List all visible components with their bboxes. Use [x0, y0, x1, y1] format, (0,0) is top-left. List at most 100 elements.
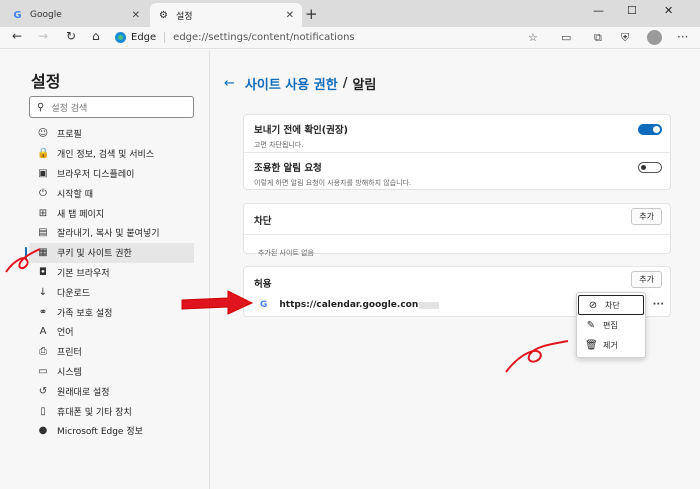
setting-title: 조용한 알림 요청: [254, 163, 322, 174]
sidebar-item[interactable]: A 언어: [29, 322, 194, 342]
sidebar-item-label: 개인 정보, 검색 및 서비스: [57, 150, 155, 161]
edge-logo-icon: ●: [38, 425, 48, 437]
block-add-button[interactable]: 추가: [631, 208, 662, 225]
family-icon: ⚭: [38, 306, 48, 318]
language-icon: A: [39, 326, 47, 338]
sidebar-item[interactable]: ⊞ 새 탭 페이지: [29, 203, 194, 223]
page-header: ← 사이트 사용 권한 / 알림: [224, 74, 376, 93]
sidebar-menu: ☺ 프로필 🔒 개인 정보, 검색 및 서비스 ▣ 브라우저 디스플레이 ⏻ 시작할 때 ⊞ 새 …: [25, 124, 194, 441]
block-card: 차단 추가 추가된 사이트 없음: [243, 203, 671, 257]
sidebar-item-label: Microsoft Edge 정보: [57, 427, 143, 438]
search-placeholder: 설정 검색: [51, 103, 88, 114]
more-menu-icon[interactable]: ···: [677, 30, 688, 44]
profile-avatar-icon[interactable]: [647, 30, 662, 45]
site-url: https://calendar.google.con: [279, 300, 419, 310]
block-empty-row: 추가된 사이트 없음: [244, 235, 670, 264]
maximize-icon[interactable]: ☐: [627, 4, 637, 17]
new-tab-icon: ⊞: [38, 207, 48, 219]
sidebar-item-label: 잘라내기, 복사 및 붙여넣기: [57, 229, 160, 240]
read-aloud-icon[interactable]: ▭: [561, 31, 571, 44]
home-icon[interactable]: ⌂: [92, 29, 100, 43]
sidebar-item[interactable]: ⚭ 가족 보호 설정: [29, 302, 194, 322]
sidebar-item-label: 가족 보호 설정: [57, 308, 113, 319]
sidebar-item[interactable]: ☺ 프로필: [29, 124, 194, 144]
setting-title: 보내기 전에 확인(권장): [254, 125, 348, 136]
favorite-star-icon[interactable]: ☆: [528, 31, 538, 44]
sidebar-item-label: 시스템: [57, 367, 82, 378]
edit-pencil-icon: ✎: [586, 319, 596, 331]
phone-icon: ▯: [40, 405, 46, 417]
search-icon: ⚲: [37, 101, 45, 113]
context-menu-item[interactable]: 🗑 제거: [577, 335, 645, 355]
redacted-region: [419, 301, 440, 309]
empty-text: 추가된 사이트 없음: [258, 249, 314, 257]
sidebar-item-label: 원래대로 설정: [57, 387, 110, 398]
site-context-menu: ⊘ 차단 ✎ 편집 🗑 제거: [576, 292, 646, 358]
tab-label: 설정: [176, 11, 193, 22]
sidebar-item-label: 기본 브라우저: [57, 268, 110, 279]
tab-google[interactable]: G Google ✕: [4, 3, 148, 27]
context-menu-label: 제거: [603, 340, 618, 350]
quiet-requests-toggle[interactable]: [638, 162, 662, 173]
reset-icon: ↺: [38, 385, 48, 397]
sidebar-item-label: 새 탭 페이지: [57, 209, 105, 220]
page-title: 알림: [352, 78, 377, 93]
tab-strip: G Google ✕ ⚙ 설정 ✕ + — ☐ ✕: [0, 0, 700, 27]
refresh-icon[interactable]: ↻: [66, 29, 76, 43]
sidebar-item[interactable]: ▤ 잘라내기, 복사 및 붙여넣기: [29, 223, 194, 243]
trash-icon: 🗑: [585, 339, 598, 351]
sidebar-item[interactable]: ▣ 브라우저 디스플레이: [29, 164, 194, 184]
sidebar-item[interactable]: ⎙ 프린터: [29, 342, 194, 362]
settings-content: ← 사이트 사용 권한 / 알림 보내기 전에 확인(권장) 고면 차단됩니다.…: [211, 50, 700, 489]
sidebar-item[interactable]: ↺ 원래대로 설정: [29, 381, 194, 401]
sidebar-item-label: 프린터: [57, 348, 82, 359]
sidebar-item[interactable]: ● Microsoft Edge 정보: [29, 421, 194, 441]
sidebar-item[interactable]: ▦ 쿠키 및 사이트 권한: [25, 242, 194, 263]
setting-subtitle: 고면 차단됩니다.: [254, 141, 304, 149]
back-arrow-icon[interactable]: ←: [224, 76, 235, 91]
sidebar-title: 설정: [31, 72, 61, 91]
address-field[interactable]: Edge edge://settings/content/notificatio…: [115, 28, 545, 47]
sidebar-item[interactable]: 🔒 개인 정보, 검색 및 서비스: [29, 144, 194, 164]
extension-shield-icon[interactable]: ⛨: [621, 31, 629, 45]
breadcrumb-link[interactable]: 사이트 사용 권한: [245, 74, 338, 93]
context-menu-item[interactable]: ⊘ 차단: [578, 295, 644, 315]
cookies-icon: ▦: [38, 247, 48, 259]
new-tab-plus-icon[interactable]: +: [305, 5, 318, 23]
close-icon[interactable]: ✕: [132, 10, 140, 21]
lock-icon: 🔒: [37, 148, 50, 160]
google-g-icon: G: [13, 9, 22, 21]
sidebar-item[interactable]: ◘ 기본 브라우저: [29, 263, 194, 283]
quiet-requests-row: 조용한 알림 요청 이렇게 하면 알림 요청이 사용자를 방해하지 않습니다.: [244, 153, 670, 190]
forward-arrow-icon[interactable]: →: [38, 29, 48, 43]
settings-sidebar: 설정 ⚲ 설정 검색 ☺ 프로필 🔒 개인 정보, 검색 및 서비스 ▣ 브라우저 디스플…: [0, 50, 210, 489]
search-input[interactable]: ⚲ 설정 검색: [29, 96, 194, 118]
back-arrow-icon[interactable]: ←: [12, 29, 22, 43]
system-icon: ▭: [38, 365, 48, 377]
printer-icon: ⎙: [39, 346, 47, 358]
allow-title: 허용: [254, 279, 272, 290]
collections-icon[interactable]: ⧉: [594, 31, 602, 45]
sidebar-item[interactable]: ↓ 다운로드: [29, 282, 194, 302]
sidebar-item[interactable]: ▭ 시스템: [29, 362, 194, 382]
sidebar-item[interactable]: ▯ 휴대폰 및 기타 장치: [29, 401, 194, 421]
notification-options-card: 보내기 전에 확인(권장) 고면 차단됩니다. 조용한 알림 요청 이렇게 하면…: [243, 114, 671, 190]
site-more-button[interactable]: ···: [653, 299, 664, 310]
edge-badge: Edge: [115, 32, 166, 43]
context-menu-label: 편집: [603, 320, 618, 330]
clipboard-icon: ▤: [38, 227, 48, 239]
sidebar-item[interactable]: ⏻ 시작할 때: [29, 183, 194, 203]
toolbar: ← → ↻ ⌂ Edge edge://settings/content/not…: [0, 27, 700, 49]
close-icon[interactable]: ✕: [286, 10, 294, 21]
sidebar-item-label: 시작할 때: [57, 189, 93, 200]
sidebar-item-label: 프로필: [57, 130, 82, 141]
allow-add-button[interactable]: 추가: [631, 271, 662, 288]
minimize-icon[interactable]: —: [593, 4, 604, 17]
context-menu-item[interactable]: ✎ 편집: [577, 315, 645, 335]
ask-before-sending-toggle[interactable]: [638, 124, 662, 135]
block-icon: ⊘: [588, 299, 598, 311]
window-close-icon[interactable]: ✕: [664, 4, 673, 17]
tab-settings[interactable]: ⚙ 설정 ✕: [150, 3, 302, 27]
block-header-row: 차단 추가: [244, 204, 670, 234]
url-text: edge://settings/content/notifications: [173, 32, 355, 43]
